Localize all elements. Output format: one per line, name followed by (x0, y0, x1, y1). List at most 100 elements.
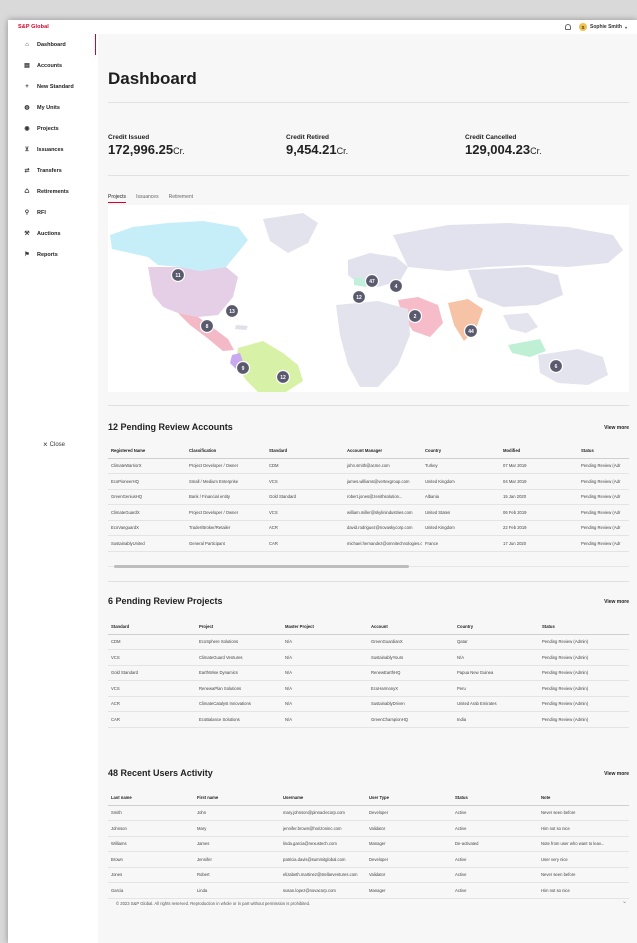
column-header[interactable]: Status (539, 620, 629, 635)
map-marker[interactable]: 11 (170, 267, 186, 283)
table-row[interactable]: Smith John mary.johnson@pinnaclecorp.com De… (108, 805, 629, 822)
users-table: Last name First name Username User Type Stat… (108, 791, 629, 900)
column-header[interactable]: First name (194, 791, 280, 806)
stat-value: 172,996.25Cr. (108, 142, 185, 157)
table-cell: N/A (282, 680, 368, 697)
scrollbar-thumb[interactable] (114, 565, 409, 568)
column-header[interactable]: Registered Name (108, 444, 186, 459)
table-cell: GreenChampionHQ (368, 711, 454, 729)
table-cell: SustainablyDriven (368, 696, 454, 713)
brand-logo[interactable]: S&P Global (18, 24, 49, 30)
table-cell: Pending Review (Adr (578, 489, 629, 506)
column-header[interactable]: User Type (366, 791, 452, 806)
column-header[interactable]: Account Manager (344, 444, 422, 459)
table-row[interactable]: Brown Jennifer patricia.davis@summitglobal… (108, 851, 629, 868)
table-row[interactable]: Johnson Mary jennifer.brown@horizoninc.com… (108, 820, 629, 837)
table-cell: United States (422, 504, 500, 521)
column-header[interactable]: Master Project (282, 620, 368, 635)
table-cell: Project Developer / Owner (186, 504, 266, 521)
table-row[interactable]: EcoPioneerHQ Small / Medium Enterprise VCS… (108, 473, 629, 490)
sidebar-item-dashboard[interactable]: ⌂ Dashboard (8, 34, 96, 55)
map-marker[interactable]: 4 (388, 278, 404, 294)
table-cell: N/A (454, 649, 539, 666)
column-header[interactable]: Standard (266, 444, 344, 459)
column-header[interactable]: Country (422, 444, 500, 459)
table-row[interactable]: VCS RenewaPlan Solutions N/A EcoHarmonyX Per… (108, 680, 629, 697)
column-header[interactable]: Country (454, 620, 539, 635)
table-cell: VCS (108, 649, 196, 666)
table-row[interactable]: VCS ClimateGuard Ventures N/A SustainablyYo… (108, 649, 629, 666)
accounts-scrollbar[interactable] (108, 565, 629, 568)
table-cell: david.rodriguez@novaskycorp.com (344, 520, 422, 537)
sidebar-item-retirements[interactable]: ♺ Retirements (8, 181, 96, 202)
table-row[interactable]: CAR EcoBalance Solutions N/A GreenChampionH… (108, 711, 629, 729)
sidebar-item-projects[interactable]: ◉ Projects (8, 118, 96, 139)
world-map[interactable]: 11 13 8 9 12 47 4 12 2 44 6 (108, 205, 629, 392)
table-cell: Gold Standard (108, 665, 196, 682)
sidebar-item-label: Retirements (37, 188, 69, 195)
sidebar-item-label: Auctions (37, 230, 61, 237)
page-title: Dashboard (108, 69, 197, 88)
table-cell: User very nice (538, 851, 629, 868)
table-row[interactable]: Gold Standard EarthWise Dynamics N/A RenewE… (108, 665, 629, 682)
table-cell: 22 Feb 2019 (500, 520, 578, 537)
sidebar-item-transfers[interactable]: ⇄ Transfers (8, 160, 96, 181)
sidebar-item-rfi[interactable]: ⚲ RFI (8, 202, 96, 223)
map-marker[interactable]: 12 (275, 369, 291, 385)
column-header[interactable]: Project (196, 620, 282, 635)
chevron-down-icon[interactable]: ⌄ (622, 898, 627, 905)
tab-retirement[interactable]: Retirement (169, 194, 193, 203)
tab-issuances[interactable]: Issuances (136, 194, 159, 203)
close-sidebar-button[interactable]: × Close (43, 440, 65, 449)
table-cell: elizabeth.martinez@stellarventures.com (280, 867, 366, 884)
table-row[interactable]: SustainablyUnited General Participant CAR m… (108, 535, 629, 553)
map-marker[interactable]: 13 (224, 303, 240, 319)
bell-icon[interactable] (565, 24, 572, 30)
column-header[interactable]: Status (452, 791, 538, 806)
map-marker[interactable]: 6 (548, 358, 564, 374)
table-row[interactable]: ClimateGuardX Project Developer / Owner VC… (108, 504, 629, 521)
sidebar-item-new-standard[interactable]: + New Standard (8, 76, 96, 97)
column-header[interactable]: Last name (108, 791, 194, 806)
divider (108, 581, 629, 582)
close-icon: × (43, 440, 48, 449)
table-row[interactable]: EcoVanguardX Trader/Broker/Retailer ACR dav… (108, 520, 629, 537)
users-view-more-link[interactable]: View more (604, 771, 629, 777)
table-row[interactable]: Williams James linda.garcia@nexustech.com M… (108, 836, 629, 853)
map-marker[interactable]: 47 (364, 273, 380, 289)
sidebar-item-label: Issuances (37, 146, 64, 153)
table-cell: CAR (108, 711, 196, 729)
column-header[interactable]: Modified (500, 444, 578, 459)
table-row[interactable]: Jones Robert elizabeth.martinez@stellarven… (108, 867, 629, 884)
sidebar-item-auctions[interactable]: ⚒ Auctions (8, 223, 96, 244)
accounts-view-more-link[interactable]: View more (604, 425, 629, 431)
map-marker-count: 44 (468, 329, 474, 335)
column-header[interactable]: Account (368, 620, 454, 635)
projects-view-more-link[interactable]: View more (604, 599, 629, 605)
column-header[interactable]: Status (578, 444, 629, 459)
map-marker[interactable]: 44 (463, 323, 479, 339)
sidebar-item-reports[interactable]: ⚑ Reports (8, 244, 96, 265)
sidebar-item-label: New Standard (37, 83, 74, 90)
column-header[interactable]: Username (280, 791, 366, 806)
stat-credit-cancelled: Credit Cancelled 129,004.23Cr. (465, 134, 542, 157)
map-marker[interactable]: 8 (199, 318, 215, 334)
tab-projects[interactable]: Projects (108, 194, 127, 203)
table-row[interactable]: ClimateWarriorX Project Developer / Owner… (108, 458, 629, 475)
table-row[interactable]: Garcia Linda susan.lopez@novacorp.com Manag… (108, 882, 629, 900)
map-marker[interactable]: 9 (235, 360, 251, 376)
column-header[interactable]: Standard (108, 620, 196, 635)
sidebar-item-my-units[interactable]: ◍ My Units (8, 97, 96, 118)
table-row[interactable]: CDM EcoSphere Solutions N/A GreenGuardianX Q… (108, 634, 629, 651)
column-header[interactable]: Note (538, 791, 629, 806)
column-header[interactable]: Classification (186, 444, 266, 459)
sidebar-item-issuances[interactable]: ⊻ Issuances (8, 139, 96, 160)
table-row[interactable]: GreenGeniusHQ Bank / Financial entity Gold… (108, 489, 629, 506)
map-marker[interactable]: 2 (407, 308, 423, 324)
user-menu[interactable]: S Sophie Smith ▾ (579, 23, 627, 31)
sidebar-item-accounts[interactable]: ▤ Accounts (8, 55, 96, 76)
table-cell: Pending Review (Admin) (539, 665, 629, 682)
map-marker[interactable]: 12 (351, 289, 367, 305)
sidebar-item-label: My Units (37, 104, 60, 111)
table-row[interactable]: ACR ClimateCatalyst Innovations N/A Sustain… (108, 696, 629, 713)
